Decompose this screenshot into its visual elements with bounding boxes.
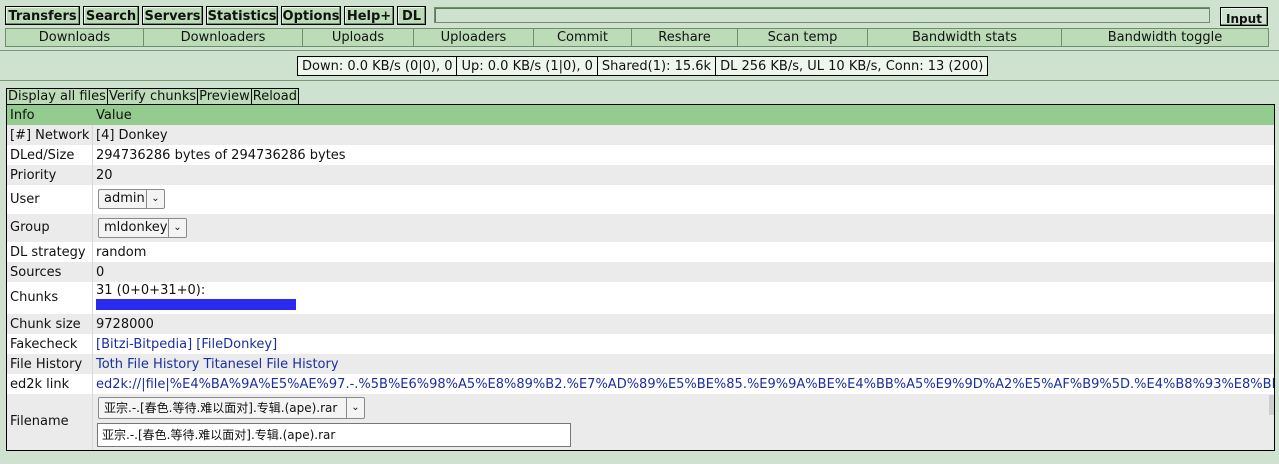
column-divider — [92, 374, 93, 394]
statistics-button[interactable]: Statistics — [206, 6, 278, 25]
subnav-downloaders[interactable]: Downloaders — [144, 29, 303, 46]
subnav-commit[interactable]: Commit — [534, 29, 632, 46]
titanesel-file-history-link[interactable]: Titanesel File History — [203, 357, 338, 372]
subnav-scan-temp[interactable]: Scan temp — [738, 29, 868, 46]
table-row: User admin ⌄ — [7, 185, 1274, 214]
ed2k-link[interactable]: ed2k://|file|%E4%BA%9A%E5%AE%97.-.%5B%E6… — [96, 374, 1274, 395]
info-column-header: Info — [10, 108, 35, 123]
chevron-down-icon: ⌄ — [346, 398, 364, 418]
file-history-links: Toth File History Titanesel File History — [96, 354, 339, 375]
subnav-reshare[interactable]: Reshare — [632, 29, 738, 46]
table-row: File History Toth File History Titanesel… — [7, 354, 1274, 375]
tab-verify-chunks[interactable]: Verify chunks — [106, 88, 198, 105]
toth-file-history-link[interactable]: Toth File History — [96, 357, 199, 372]
group-select-value: mldonkey — [104, 220, 168, 235]
column-divider — [92, 394, 93, 450]
priority-label: Priority — [10, 168, 57, 183]
tab-reload[interactable]: Reload — [250, 88, 299, 105]
top-toolbar: Transfers Search Servers Statistics Opti… — [0, 0, 1279, 28]
filename-select-value: 亚宗.-.[春色.等待.难以面对].专辑.(ape).rar — [104, 401, 338, 415]
table-row: ed2k link ed2k://|file|%E4%BA%9A%E5%AE%9… — [7, 374, 1274, 395]
options-button[interactable]: Options — [281, 6, 341, 25]
column-divider — [92, 214, 93, 242]
table-header: Info Value — [7, 105, 1274, 125]
user-label: User — [10, 192, 40, 207]
chunks-value: 31 (0+0+31+0): — [96, 283, 206, 298]
input-button[interactable]: Input — [1220, 7, 1268, 26]
file-history-label: File History — [10, 357, 83, 372]
table-row: Priority 20 — [7, 165, 1274, 185]
filename-select[interactable]: 亚宗.-.[春色.等待.难以面对].专辑.(ape).rar ⌄ — [98, 397, 365, 419]
ed2k-link-label: ed2k link — [10, 377, 70, 392]
user-select[interactable]: admin ⌄ — [98, 189, 165, 209]
group-label: Group — [10, 220, 50, 235]
subnav-downloads[interactable]: Downloads — [6, 29, 144, 46]
network-value: [4] Donkey — [96, 128, 168, 143]
filedonkey-link[interactable]: [FileDonkey] — [196, 337, 277, 352]
table-row: Fakecheck [Bitzi-Bitpedia] [FileDonkey] — [7, 334, 1274, 355]
tab-display-all-files[interactable]: Display all files — [6, 88, 107, 105]
table-row: Sources 0 — [7, 262, 1274, 282]
divider — [0, 80, 1279, 81]
column-divider — [92, 314, 93, 334]
fakecheck-label: Fakecheck — [10, 337, 78, 352]
chunks-progress-bar — [96, 299, 296, 310]
search-button[interactable]: Search — [83, 6, 139, 25]
dl-button[interactable]: DL — [397, 6, 426, 25]
help-button[interactable]: Help+ — [344, 6, 394, 25]
tab-preview[interactable]: Preview — [197, 88, 251, 105]
status-bar: Down: 0.0 KB/s (0|0), 0 Up: 0.0 KB/s (1|… — [297, 56, 989, 76]
bitzi-bitpedia-link[interactable]: [Bitzi-Bitpedia] — [96, 337, 192, 352]
column-divider — [92, 282, 93, 314]
dl-strategy-label: DL strategy — [10, 245, 86, 260]
chunks-label: Chunks — [10, 290, 59, 305]
download-rate: Down: 0.0 KB/s (0|0), 0 — [298, 57, 458, 75]
table-row: Group mldonkey ⌄ — [7, 214, 1274, 242]
chunk-size-value: 9728000 — [96, 317, 154, 332]
table-row: DL strategy random — [7, 242, 1274, 262]
table-row: [#] Network [4] Donkey — [7, 125, 1274, 145]
priority-value: 20 — [96, 168, 113, 183]
table-row: DLed/Size 294736286 bytes of 294736286 b… — [7, 145, 1274, 165]
dled-size-value: 294736286 bytes of 294736286 bytes — [96, 148, 346, 163]
subnav-bandwidth-toggle[interactable]: Bandwidth toggle — [1062, 29, 1268, 46]
table-row: Chunk size 9728000 — [7, 314, 1274, 334]
value-column-header: Value — [96, 108, 132, 123]
chevron-down-icon: ⌄ — [168, 219, 186, 237]
scrollbar-thumb[interactable] — [1269, 395, 1274, 415]
column-divider — [92, 165, 93, 185]
sub-navigation: Downloads Downloaders Uploads Uploaders … — [5, 28, 1269, 47]
transfers-button[interactable]: Transfers — [5, 6, 80, 25]
column-divider — [92, 242, 93, 262]
sources-label: Sources — [10, 265, 62, 280]
column-divider — [92, 262, 93, 282]
chevron-down-icon: ⌄ — [146, 190, 164, 208]
subnav-bandwidth-stats[interactable]: Bandwidth stats — [868, 29, 1062, 46]
fakecheck-links: [Bitzi-Bitpedia] [FileDonkey] — [96, 334, 277, 355]
chunk-size-label: Chunk size — [10, 317, 81, 332]
dl-strategy-value: random — [96, 245, 147, 260]
network-label: [#] Network — [10, 128, 90, 143]
file-info-table: Info Value [#] Network [4] Donkey DLed/S… — [6, 104, 1275, 451]
divider — [0, 50, 1279, 51]
shared-count: Shared(1): 15.6k — [598, 57, 717, 75]
column-divider — [92, 334, 93, 354]
bandwidth-info: DL 256 KB/s, UL 10 KB/s, Conn: 13 (200) — [720, 59, 984, 74]
subnav-uploaders[interactable]: Uploaders — [414, 29, 534, 46]
filename-label: Filename — [10, 414, 69, 429]
column-divider — [92, 145, 93, 165]
servers-button[interactable]: Servers — [142, 6, 203, 25]
column-divider — [92, 125, 93, 145]
column-divider — [92, 185, 93, 214]
column-divider — [92, 354, 93, 374]
user-select-value: admin — [104, 191, 145, 206]
upload-rate: Up: 0.0 KB/s (1|0), 0 — [457, 57, 598, 75]
file-tabs: Display all files Verify chunks Preview … — [6, 88, 299, 105]
filename-input[interactable]: 亚宗.-.[春色.等待.难以面对].专辑.(ape).rar — [97, 423, 571, 447]
command-input[interactable] — [434, 7, 1210, 23]
dled-size-label: DLed/Size — [10, 148, 75, 163]
subnav-uploads[interactable]: Uploads — [303, 29, 414, 46]
group-select[interactable]: mldonkey ⌄ — [98, 218, 187, 238]
sources-value: 0 — [96, 265, 105, 280]
